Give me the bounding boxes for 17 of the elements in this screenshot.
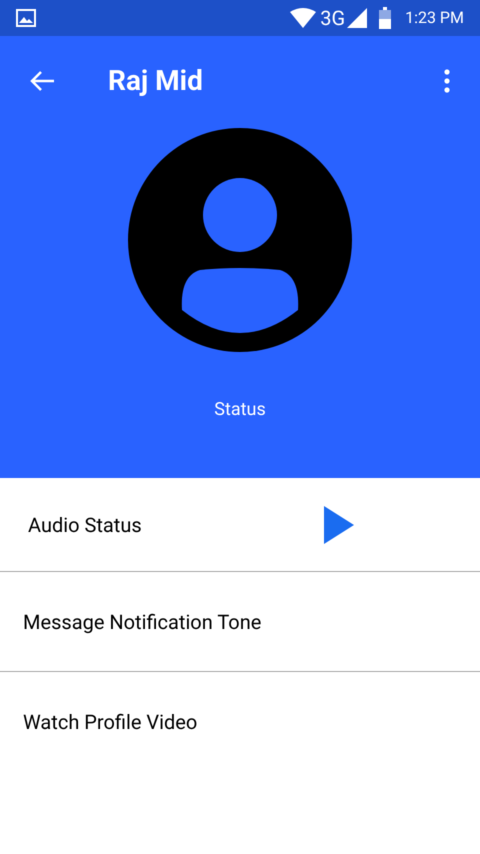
profile-name: Raj Mid (108, 63, 203, 99)
row-label[interactable]: Message Notification Tone (23, 606, 262, 636)
wifi-icon (290, 8, 316, 28)
status-text: Status (214, 398, 266, 422)
row-label[interactable]: Watch Profile Video (23, 707, 198, 737)
more-options-button[interactable] (442, 67, 452, 95)
network-type: 3G (320, 5, 346, 32)
avatar-icon (128, 128, 352, 352)
more-vertical-icon (444, 69, 450, 93)
back-arrow-icon (29, 70, 55, 92)
image-icon (16, 9, 36, 27)
play-button[interactable] (324, 506, 354, 544)
clock: 1:23 PM (405, 7, 464, 29)
row-label[interactable]: Audio Status (28, 510, 324, 540)
signal-icon (347, 8, 368, 28)
play-icon (324, 506, 354, 544)
battery-icon (379, 7, 392, 29)
